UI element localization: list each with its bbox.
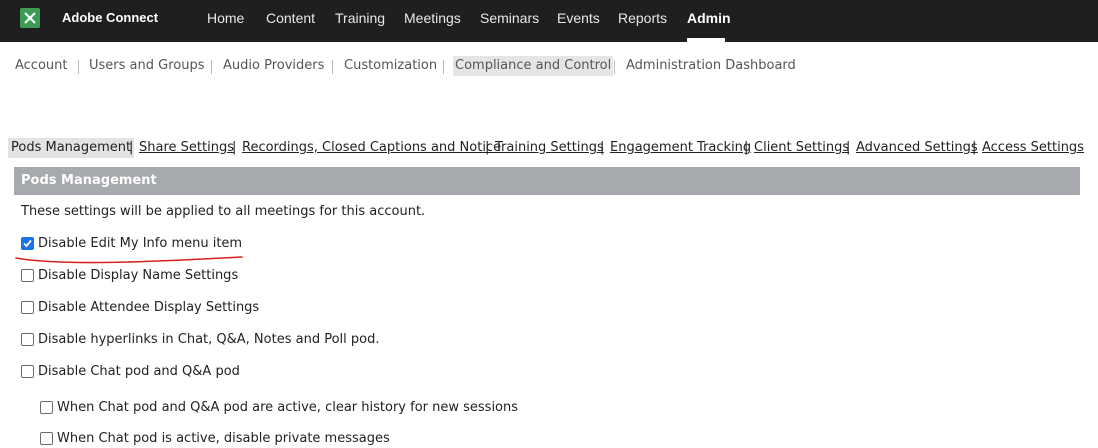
checkbox[interactable]	[21, 269, 34, 282]
checkbox[interactable]	[21, 237, 34, 250]
tab-advanced-settings[interactable]: Advanced Settings	[856, 138, 978, 158]
tab-pods-management[interactable]: Pods Management	[8, 138, 135, 158]
subnav-divider	[443, 60, 444, 74]
nav-content[interactable]: Content	[266, 10, 315, 26]
checkbox[interactable]	[40, 432, 53, 445]
nav-reports[interactable]: Reports	[618, 10, 667, 26]
subnav-audio-providers[interactable]: Audio Providers	[221, 56, 326, 76]
option-label: When Chat pod is active, disable private…	[57, 431, 390, 446]
subnav-account[interactable]: Account	[13, 56, 70, 76]
nav-training[interactable]: Training	[335, 10, 385, 26]
top-navigation-bar: Adobe Connect Home Content Training Meet…	[0, 0, 1098, 42]
tab-access-settings[interactable]: Access Settings	[982, 138, 1084, 158]
tab-separator: |	[972, 140, 977, 155]
nav-home[interactable]: Home	[207, 10, 244, 26]
tab-client-settings[interactable]: Client Settings	[754, 138, 849, 158]
panel-header: Pods Management	[14, 167, 1080, 195]
option-label: Disable Attendee Display Settings	[38, 300, 260, 315]
tab-separator: |	[232, 140, 237, 155]
option-label: Disable hyperlinks in Chat, Q&A, Notes a…	[38, 332, 380, 347]
tab-separator: |	[485, 140, 490, 155]
subnav-divider	[332, 60, 333, 74]
tab-share-settings[interactable]: Share Settings	[139, 138, 234, 158]
tab-separator: |	[846, 140, 851, 155]
tab-training-settings[interactable]: Training Settings	[495, 138, 604, 158]
subnav-divider	[78, 60, 79, 74]
nav-events[interactable]: Events	[557, 10, 600, 26]
adobe-connect-logo-icon[interactable]	[20, 8, 40, 28]
subnav-customization[interactable]: Customization	[342, 56, 439, 76]
option-label: When Chat pod and Q&A pod are active, cl…	[57, 400, 519, 415]
nav-seminars[interactable]: Seminars	[480, 10, 539, 26]
nav-meetings[interactable]: Meetings	[404, 10, 461, 26]
tab-separator: |	[129, 140, 134, 155]
option-label: Disable Chat pod and Q&A pod	[38, 364, 240, 379]
subnav-divider	[211, 60, 212, 74]
subnav-users-and-groups[interactable]: Users and Groups	[87, 56, 206, 76]
tab-separator: |	[744, 140, 749, 155]
subnav-administration-dashboard[interactable]: Administration Dashboard	[624, 56, 798, 76]
checkbox[interactable]	[21, 301, 34, 314]
tab-recordings-captions-notice[interactable]: Recordings, Closed Captions and Notice	[242, 138, 501, 158]
subnav-divider	[614, 60, 615, 74]
active-nav-indicator	[687, 38, 725, 42]
subnav-compliance-and-control[interactable]: Compliance and Control	[453, 56, 614, 76]
panel-intro-text: These settings will be applied to all me…	[21, 204, 426, 219]
tab-separator: |	[600, 140, 605, 155]
option-label: Disable Edit My Info menu item	[38, 236, 243, 251]
checkbox[interactable]	[40, 401, 53, 414]
tab-engagement-tracking[interactable]: Engagement Tracking	[610, 138, 751, 158]
checkbox[interactable]	[21, 365, 34, 378]
app-title: Adobe Connect	[62, 10, 159, 25]
nav-admin[interactable]: Admin	[687, 10, 731, 26]
option-label: Disable Display Name Settings	[38, 268, 239, 283]
checkbox[interactable]	[21, 333, 34, 346]
